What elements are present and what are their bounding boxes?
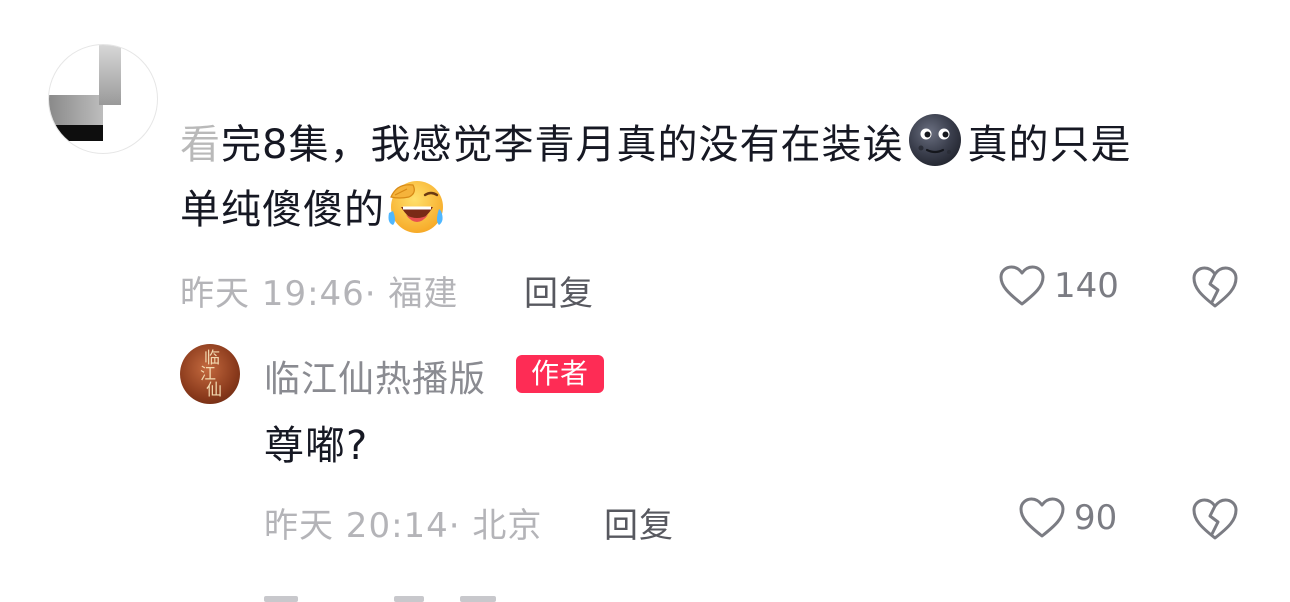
like-count: 90 <box>1074 498 1118 538</box>
comment-text-part2: 真的只是 <box>967 122 1132 168</box>
comment-text-faded: 看 <box>180 122 221 168</box>
broken-heart-icon <box>1192 266 1238 308</box>
avatar-glyph: 仙 <box>206 380 223 399</box>
reply-button[interactable]: 回复 <box>524 266 594 315</box>
reply-meta: 昨天 20:14· 北京 <box>264 506 543 546</box>
comment-meta: 昨天 19:46· 福建 <box>180 274 459 314</box>
next-comment-cutoff <box>264 592 504 602</box>
new-moon-face-icon <box>909 114 962 166</box>
like-button[interactable]: 140 <box>998 264 1119 308</box>
heart-icon <box>1019 497 1065 538</box>
avatar-image-block <box>49 95 103 125</box>
comment-thread: 看完8集，我感觉李青月真的没有在装诶 真的只是 单纯傻傻的 昨天 19:46· … <box>0 0 1290 602</box>
reply-button[interactable]: 回复 <box>604 498 674 547</box>
dislike-button[interactable] <box>1190 496 1240 546</box>
author-badge: 作者 <box>516 355 604 393</box>
comment-text-part1: 完8集，我感觉李青月真的没有在装诶 <box>221 122 904 168</box>
like-count: 140 <box>1054 266 1119 306</box>
author-avatar[interactable]: 临 江 仙 <box>180 344 240 404</box>
heart-icon <box>999 265 1045 306</box>
reply-body: 尊嘟? <box>264 423 369 469</box>
laughing-tears-icon <box>388 181 443 233</box>
like-button[interactable]: 90 <box>1018 496 1117 540</box>
commenter-avatar[interactable] <box>48 44 158 154</box>
dislike-button[interactable] <box>1190 264 1240 314</box>
broken-heart-icon <box>1192 498 1238 540</box>
avatar-image-block <box>99 45 121 105</box>
comment-body: 看完8集，我感觉李青月真的没有在装诶 真的只是单纯傻傻的 <box>180 112 1240 242</box>
reply-username[interactable]: 临江仙热播版 <box>264 350 486 402</box>
avatar-image-block <box>49 125 103 141</box>
comment-text-line2: 单纯傻傻的 <box>180 187 385 233</box>
